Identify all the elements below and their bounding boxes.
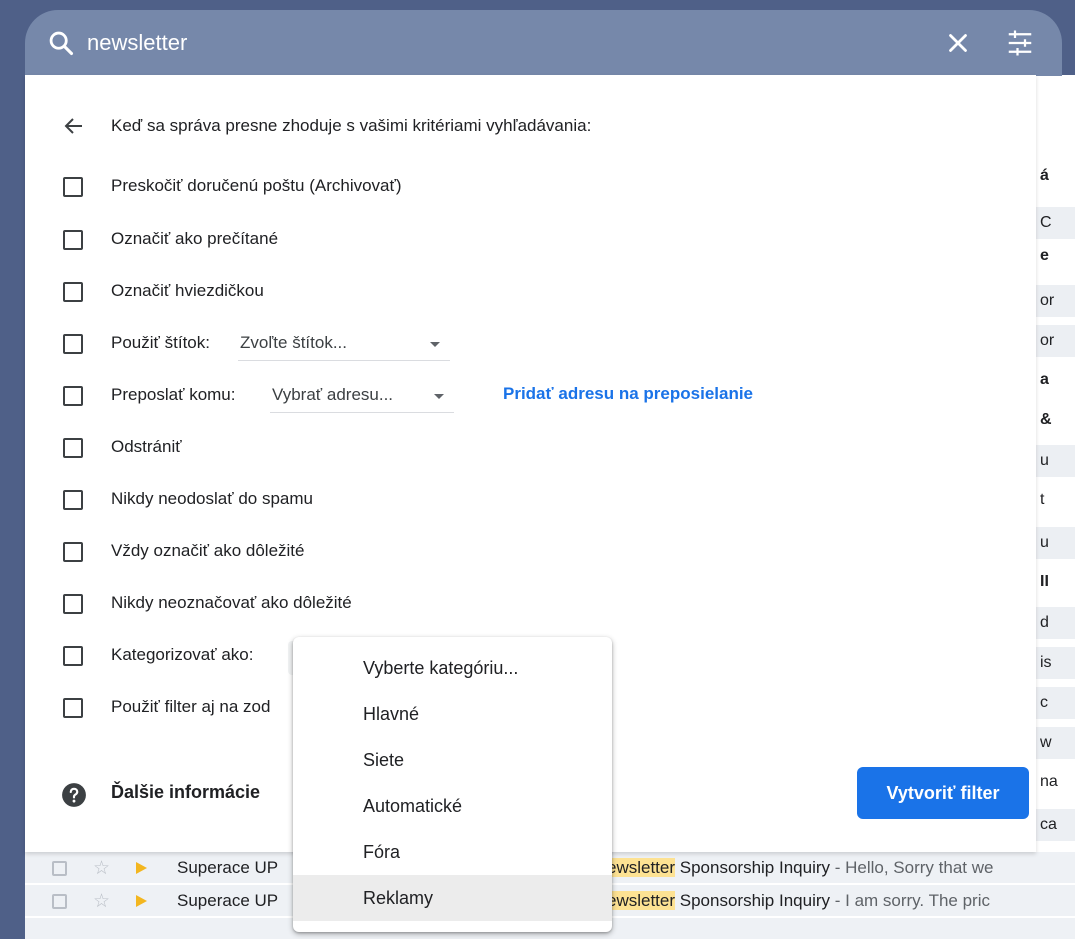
option-label: Označiť ako prečítané [111, 229, 279, 248]
option-label: Označiť hviezdičkou [111, 281, 264, 300]
option-always-important: Vždy označiť ako dôležité [63, 539, 963, 567]
filter-actions-heading: Keď sa správa presne zhoduje s vašimi kr… [111, 116, 592, 135]
important-marker-icon[interactable] [136, 895, 147, 907]
dropdown-arrow-icon [430, 342, 440, 347]
star-checkbox[interactable] [63, 282, 83, 302]
bg-fragment: & [1040, 411, 1052, 428]
bg-fragment: is [1036, 647, 1075, 679]
star-icon[interactable]: ☆ [93, 857, 110, 880]
bg-fragment: na [1040, 773, 1058, 790]
bg-fragment: II [1040, 573, 1049, 590]
option-never-spam: Nikdy neodoslať do spamu [63, 487, 963, 515]
row-snippet: - I am sorry. The pric [830, 891, 990, 910]
option-label: Nikdy neodoslať do spamu [111, 489, 313, 508]
bg-fragment: u [1036, 445, 1075, 477]
menu-item-primary[interactable]: Hlavné [293, 691, 612, 737]
label-select-value: Zvoľte štítok... [240, 333, 347, 352]
search-highlight: ewsletter [607, 891, 676, 910]
option-delete: Odstrániť [63, 435, 963, 463]
star-icon[interactable]: ☆ [93, 890, 110, 913]
bg-fragment: u [1036, 527, 1075, 559]
option-never-important: Nikdy neoznačovať ako dôležité [63, 591, 963, 619]
option-forward: Preposlať komu: Vybrať adresu... Pridať … [63, 383, 963, 413]
bg-fragment: or [1036, 325, 1075, 357]
categorize-checkbox[interactable] [63, 646, 83, 666]
help-icon[interactable] [61, 782, 87, 808]
bg-fragment: ca [1036, 809, 1075, 841]
delete-checkbox[interactable] [63, 438, 83, 458]
option-skip-inbox: Preskočiť doručenú poštu (Archivovať) [63, 174, 963, 202]
background-inbox-edge: á C e or or a & u t u II d is c w na ca [1036, 75, 1075, 865]
bg-fragment: w [1036, 727, 1075, 759]
label-select[interactable]: Zvoľte štítok... [238, 331, 450, 361]
apply-label-checkbox[interactable] [63, 334, 83, 354]
row-sender: Superace UP [177, 891, 279, 910]
bg-fragment: t [1040, 491, 1045, 508]
row-checkbox[interactable] [52, 861, 67, 876]
apply-existing-checkbox[interactable] [63, 698, 83, 718]
row-subject-text: Sponsorship Inquiry [675, 858, 831, 877]
more-info-link[interactable]: Ďalšie informácie [111, 782, 260, 803]
close-icon[interactable] [943, 28, 973, 58]
row-subject-text: Sponsorship Inquiry [675, 891, 831, 910]
menu-item-social[interactable]: Siete [293, 737, 612, 783]
option-star: Označiť hviezdičkou [63, 279, 963, 307]
option-label: Nikdy neoznačovať ako dôležité [111, 593, 352, 612]
option-label: Použiť filter aj na zod [111, 697, 271, 716]
forward-checkbox[interactable] [63, 386, 83, 406]
search-highlight: ewsletter [607, 858, 676, 877]
option-label: Použiť štítok: [111, 333, 210, 352]
bg-fragment: a [1040, 371, 1049, 388]
search-icon[interactable] [47, 29, 75, 57]
row-snippet: - Hello, Sorry that we [830, 858, 994, 877]
option-label: Vždy označiť ako dôležité [111, 541, 305, 560]
menu-item-choose-category[interactable]: Vyberte kategóriu... [293, 645, 612, 691]
forward-address-value: Vybrať adresu... [272, 385, 394, 404]
row-checkbox[interactable] [52, 894, 67, 909]
search-bar: newsletter [25, 10, 1062, 76]
menu-item-forums[interactable]: Fóra [293, 829, 612, 875]
option-mark-read: Označiť ako prečítané [63, 227, 963, 255]
menu-item-updates[interactable]: Automatické [293, 783, 612, 829]
option-label: Odstrániť [111, 437, 182, 456]
always-important-checkbox[interactable] [63, 542, 83, 562]
add-forwarding-address-link[interactable]: Pridať adresu na preposielanie [503, 384, 753, 404]
back-arrow-icon[interactable] [62, 114, 86, 138]
row-subject: ewsletter Sponsorship Inquiry - I am sor… [607, 891, 990, 911]
row-subject: ewsletter Sponsorship Inquiry - Hello, S… [607, 858, 993, 878]
bg-fragment: á [1040, 167, 1049, 184]
option-label: Kategorizovať ako: [111, 645, 254, 664]
forward-address-select[interactable]: Vybrať adresu... [270, 383, 454, 413]
dropdown-arrow-icon [434, 394, 444, 399]
bg-fragment: or [1036, 285, 1075, 317]
search-input[interactable]: newsletter [87, 30, 187, 56]
never-spam-checkbox[interactable] [63, 490, 83, 510]
search-options-icon[interactable] [1005, 28, 1035, 58]
create-filter-button[interactable]: Vytvoriť filter [857, 767, 1029, 819]
row-sender: Superace UP [177, 858, 279, 877]
never-important-checkbox[interactable] [63, 594, 83, 614]
bg-fragment: d [1036, 607, 1075, 639]
important-marker-icon[interactable] [136, 862, 147, 874]
menu-item-promotions[interactable]: Reklamy [293, 875, 612, 921]
option-label: Preposlať komu: [111, 385, 236, 404]
option-label: Preskočiť doručenú poštu (Archivovať) [111, 176, 402, 195]
bg-fragment: c [1036, 687, 1075, 719]
bg-fragment: C [1036, 207, 1075, 239]
bg-fragment: e [1040, 247, 1049, 264]
category-dropdown-menu: Vyberte kategóriu... Hlavné Siete Automa… [293, 637, 612, 932]
skip-inbox-checkbox[interactable] [63, 177, 83, 197]
option-apply-label: Použiť štítok: Zvoľte štítok... [63, 331, 963, 361]
mark-read-checkbox[interactable] [63, 230, 83, 250]
